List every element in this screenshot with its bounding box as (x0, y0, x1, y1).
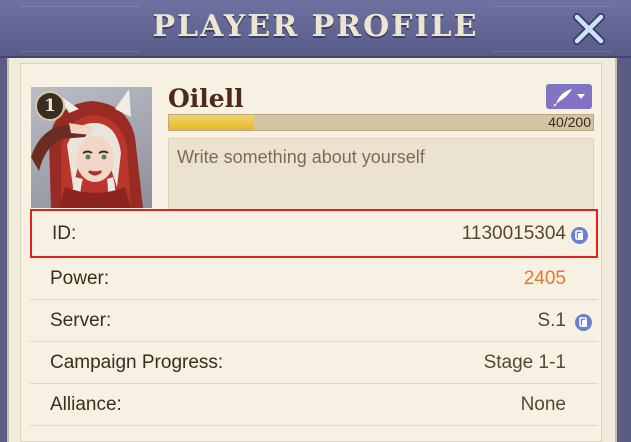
campaign-progress-row: Campaign Progress: Stage 1-1 (30, 344, 598, 384)
row-divider (30, 299, 598, 300)
power-row: Power: 2405 (30, 260, 598, 300)
quill-edit-icon (553, 89, 585, 107)
copy-glyph-icon (575, 230, 583, 240)
xp-progress-text: 40/200 (548, 114, 591, 130)
alliance-value: None (520, 394, 566, 415)
copy-id-icon[interactable] (571, 227, 588, 244)
copy-server-icon[interactable] (575, 314, 592, 331)
header-bar: PLAYER PROFILE (0, 0, 631, 58)
xp-progress-fill (169, 115, 254, 130)
id-value: 1130015304 (461, 223, 566, 244)
close-button[interactable] (571, 11, 607, 47)
server-value: S.1 (537, 310, 566, 331)
server-label: Server: (50, 310, 112, 331)
edit-profile-button[interactable] (546, 84, 592, 109)
level-badge: 1 (35, 91, 65, 121)
page-title: PLAYER PROFILE (152, 9, 479, 44)
row-divider (30, 341, 598, 342)
id-row: ID: 1130015304 (30, 209, 598, 258)
row-divider (30, 383, 598, 384)
alliance-label: Alliance: (50, 394, 122, 415)
power-label: Power: (50, 268, 110, 289)
alliance-row: Alliance: None (30, 386, 598, 426)
power-value: 2405 (523, 268, 566, 289)
player-name: Oilell (168, 84, 244, 113)
bio-input[interactable]: Write something about yourself (168, 138, 594, 210)
row-divider (30, 425, 598, 426)
server-row: Server: S.1 (30, 302, 598, 342)
bio-placeholder: Write something about yourself (177, 147, 425, 167)
campaign-progress-value: Stage 1-1 (483, 352, 566, 373)
id-label: ID: (52, 223, 77, 244)
copy-glyph-icon (579, 317, 587, 327)
campaign-progress-label: Campaign Progress: (50, 352, 224, 373)
chevron-down-icon (577, 94, 585, 99)
close-x-icon (573, 13, 605, 45)
xp-progress-bar: 40/200 (168, 114, 594, 131)
